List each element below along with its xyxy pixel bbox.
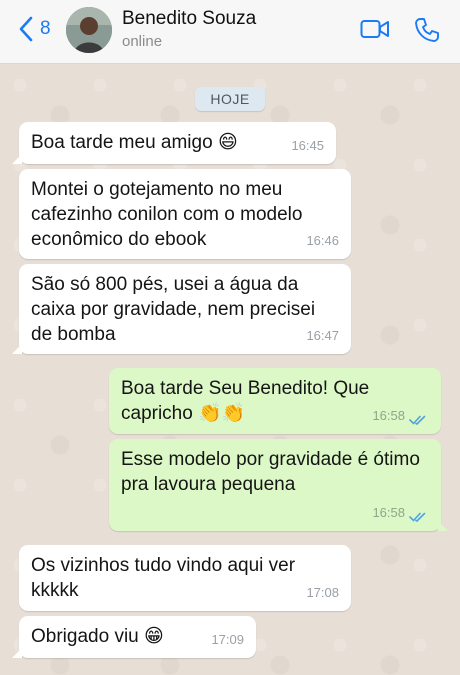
message-incoming[interactable]: Boa tarde meu amigo 😄 16:45 <box>12 122 336 164</box>
day-separator: HOJE <box>195 87 265 111</box>
read-ticks-icon <box>409 415 426 425</box>
message-time: 16:47 <box>306 328 339 343</box>
avatar[interactable] <box>66 7 112 53</box>
read-ticks-icon <box>409 512 426 522</box>
message-text: Os vizinhos tudo vindo aqui ver kkkkk <box>31 555 296 601</box>
chat-header: 8 Benedito Souza online <box>0 0 460 64</box>
message-incoming[interactable]: São só 800 pés, usei a água da caixa por… <box>12 264 351 354</box>
message-incoming[interactable]: Obrigado viu 😁 17:09 <box>12 616 256 658</box>
chat-area[interactable]: HOJE Boa tarde meu amigo 😄 16:45 Montei … <box>0 65 460 675</box>
phone-call-icon[interactable] <box>414 17 440 43</box>
message-time: 17:08 <box>306 585 339 600</box>
back-button[interactable]: 8 <box>18 14 51 44</box>
video-call-icon[interactable] <box>360 17 390 41</box>
message-text: Montei o gotejamento no meu cafezinho co… <box>31 179 303 250</box>
message-text: São só 800 pés, usei a água da caixa por… <box>31 274 316 345</box>
message-time: 16:46 <box>306 233 339 248</box>
contact-status: online <box>122 33 163 50</box>
message-incoming[interactable]: Os vizinhos tudo vindo aqui ver kkkkk 17… <box>19 545 351 611</box>
chevron-left-icon <box>19 16 33 42</box>
message-time: 16:58 <box>372 505 405 520</box>
contact-name[interactable]: Benedito Souza <box>122 8 256 30</box>
unread-count: 8 <box>40 18 51 39</box>
message-incoming[interactable]: Montei o gotejamento no meu cafezinho co… <box>19 169 351 259</box>
message-text: Esse modelo por gravidade é ótimo pra la… <box>121 449 420 495</box>
message-text: Boa tarde meu amigo 😄 <box>31 132 238 153</box>
message-time: 17:09 <box>211 632 244 647</box>
message-outgoing[interactable]: Boa tarde Seu Benedito! Que capricho 👏👏 … <box>109 368 441 434</box>
message-time: 16:58 <box>372 408 405 423</box>
message-outgoing[interactable]: Esse modelo por gravidade é ótimo pra la… <box>109 439 448 531</box>
message-time: 16:45 <box>291 138 324 153</box>
